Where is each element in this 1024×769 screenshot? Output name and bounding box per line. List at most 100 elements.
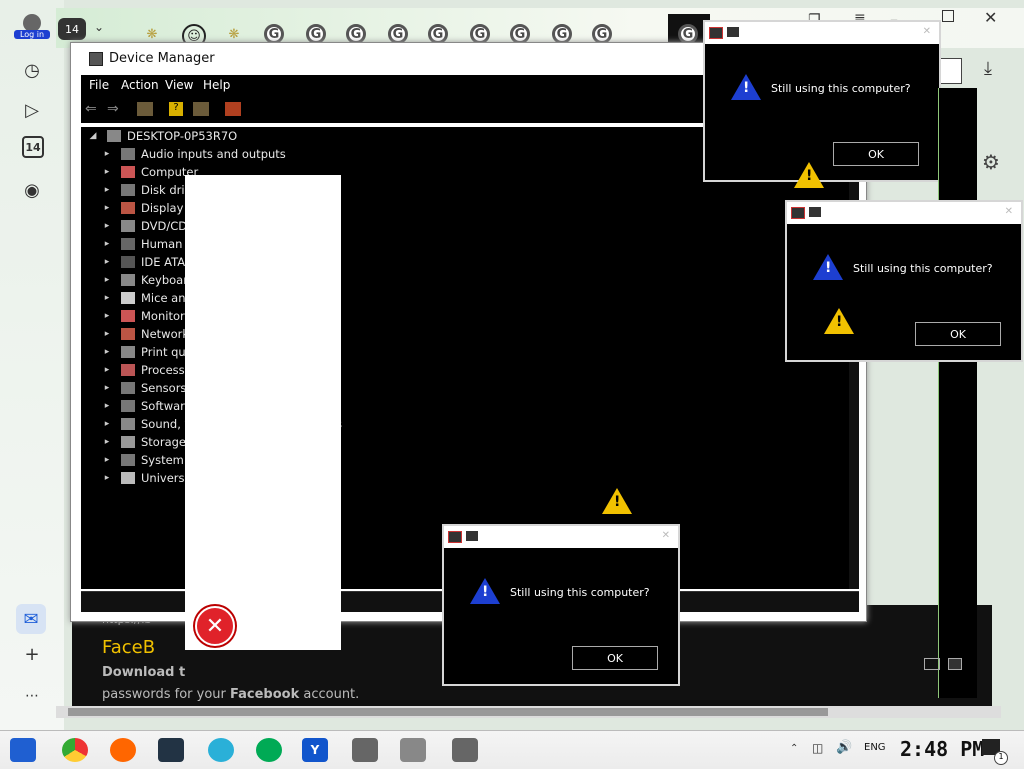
- chevron-right-icon[interactable]: ▸: [101, 221, 113, 231]
- firefox-icon[interactable]: [110, 738, 136, 762]
- forward-icon[interactable]: ⇒: [107, 101, 119, 117]
- menu-file[interactable]: File: [89, 78, 109, 92]
- app-window-icon-1[interactable]: [352, 738, 378, 762]
- dialog-titlebar[interactable]: ✕: [444, 526, 678, 548]
- ok-button[interactable]: OK: [833, 142, 919, 166]
- chevron-right-icon[interactable]: ▸: [101, 419, 113, 429]
- tab-count-badge[interactable]: 14: [58, 18, 86, 40]
- chevron-right-icon[interactable]: ▸: [101, 257, 113, 267]
- menu-view[interactable]: View: [165, 78, 193, 92]
- chevron-right-icon[interactable]: ▸: [101, 473, 113, 483]
- close-icon[interactable]: ✕: [662, 530, 670, 541]
- view-preview-icon[interactable]: [948, 658, 962, 670]
- chevron-up-icon[interactable]: ⌃: [790, 743, 798, 754]
- app-window-icon-3[interactable]: [452, 738, 478, 762]
- tab-google-3[interactable]: G: [346, 24, 366, 44]
- chrome-icon[interactable]: [62, 738, 88, 762]
- chevron-right-icon[interactable]: ▸: [101, 311, 113, 321]
- help-toolbar-icon[interactable]: ?: [169, 102, 183, 116]
- ok-button[interactable]: OK: [915, 322, 1001, 346]
- dialog-message: Still using this computer?: [771, 82, 911, 95]
- tab-icon-bug[interactable]: ❋: [142, 24, 162, 44]
- volume-icon[interactable]: 🔊: [836, 740, 852, 755]
- tree-root[interactable]: ◢ DESKTOP-0P53R7O: [87, 127, 238, 145]
- tree-item[interactable]: ▸ Monitors: [101, 307, 191, 325]
- network-icon[interactable]: ◫: [812, 741, 823, 755]
- menu-help[interactable]: Help: [203, 78, 230, 92]
- view-list-icon[interactable]: [924, 658, 940, 670]
- tree-item-label: Sensors: [141, 381, 187, 395]
- update-driver-icon[interactable]: [193, 102, 209, 116]
- close-icon[interactable]: ✕: [1005, 206, 1013, 217]
- download-icon[interactable]: ⤓: [984, 58, 992, 79]
- menu-action[interactable]: Action: [121, 78, 159, 92]
- window-title: Device Manager: [109, 51, 215, 66]
- mail-icon[interactable]: ✉: [16, 604, 46, 634]
- scan-hardware-icon[interactable]: [225, 102, 241, 116]
- device-category-icon: [121, 400, 135, 412]
- app-icon: [791, 207, 805, 219]
- chevron-right-icon[interactable]: ▸: [101, 293, 113, 303]
- tree-item[interactable]: ▸ Sensors: [101, 379, 187, 397]
- tab-icon-bug-2[interactable]: ❋: [224, 24, 244, 44]
- chevron-right-icon[interactable]: ▸: [101, 455, 113, 465]
- chevron-right-icon[interactable]: ▸: [101, 203, 113, 213]
- chevron-right-icon[interactable]: ▸: [101, 167, 113, 177]
- y-app-icon[interactable]: Y: [302, 738, 328, 762]
- login-button[interactable]: Log in: [14, 14, 50, 46]
- chevron-right-icon[interactable]: ▸: [101, 185, 113, 195]
- clock-icon[interactable]: ◷: [18, 56, 46, 84]
- dialog-titlebar[interactable]: ✕: [705, 22, 939, 44]
- shield-icon[interactable]: [256, 738, 282, 762]
- gear-icon[interactable]: ⚙: [982, 150, 1000, 174]
- back-icon[interactable]: ⇐: [85, 101, 97, 117]
- device-category-icon: [121, 238, 135, 250]
- horizontal-scrollbar[interactable]: [56, 706, 1001, 718]
- chevron-right-icon[interactable]: ▸: [101, 347, 113, 357]
- chevron-right-icon[interactable]: ▸: [101, 329, 113, 339]
- device-category-icon: [121, 310, 135, 322]
- ok-button[interactable]: OK: [572, 646, 658, 670]
- close-icon[interactable]: ✕: [923, 26, 931, 37]
- clock[interactable]: 2:48 PM: [900, 737, 984, 761]
- plus-icon[interactable]: +: [18, 640, 46, 668]
- chevron-right-icon[interactable]: ▸: [101, 437, 113, 447]
- tab-google-2[interactable]: G: [306, 24, 326, 44]
- warning-icon: !: [731, 74, 761, 100]
- start-icon[interactable]: [10, 738, 36, 762]
- tab-google-4[interactable]: G: [388, 24, 408, 44]
- tab-google-9[interactable]: G: [592, 24, 612, 44]
- more-icon[interactable]: ⋯: [18, 682, 46, 710]
- tab-google-5[interactable]: G: [428, 24, 448, 44]
- chevron-down-icon[interactable]: ◢: [87, 131, 99, 141]
- tab-google-1[interactable]: G: [264, 24, 284, 44]
- device-category-icon: [121, 220, 135, 232]
- properties-icon[interactable]: [137, 102, 153, 116]
- tree-item[interactable]: ▸ Computer: [101, 163, 198, 181]
- dialog-titlebar[interactable]: ✕: [787, 202, 1021, 224]
- tree-item[interactable]: ▸ Audio inputs and outputs: [101, 145, 286, 163]
- device-category-icon: [121, 184, 135, 196]
- chevron-right-icon[interactable]: ▸: [101, 365, 113, 375]
- reader-icon[interactable]: [940, 58, 962, 84]
- calendar-icon[interactable]: 14: [22, 136, 44, 158]
- chevron-right-icon[interactable]: ▸: [101, 239, 113, 249]
- chevron-right-icon[interactable]: ▸: [101, 275, 113, 285]
- chevron-right-icon[interactable]: ▸: [101, 383, 113, 393]
- chevron-right-icon[interactable]: ▸: [101, 401, 113, 411]
- camera-icon[interactable]: ◉: [18, 176, 46, 204]
- warning-icon: !: [470, 578, 500, 604]
- chevron-down-icon[interactable]: ⌄: [94, 20, 106, 34]
- language-indicator[interactable]: ENG: [864, 742, 886, 753]
- tab-google-7[interactable]: G: [510, 24, 530, 44]
- chevron-right-icon[interactable]: ▸: [101, 149, 113, 159]
- play-icon[interactable]: ▷: [18, 96, 46, 124]
- scrollbar-thumb[interactable]: [68, 708, 828, 716]
- tab-google-8[interactable]: G: [552, 24, 572, 44]
- tab-google-6[interactable]: G: [470, 24, 490, 44]
- close-icon[interactable]: ✕: [984, 8, 997, 27]
- file-explorer-icon[interactable]: [158, 738, 184, 762]
- edge-icon[interactable]: [208, 738, 234, 762]
- maximize-icon[interactable]: [942, 10, 954, 22]
- app-window-icon-2[interactable]: [400, 738, 426, 762]
